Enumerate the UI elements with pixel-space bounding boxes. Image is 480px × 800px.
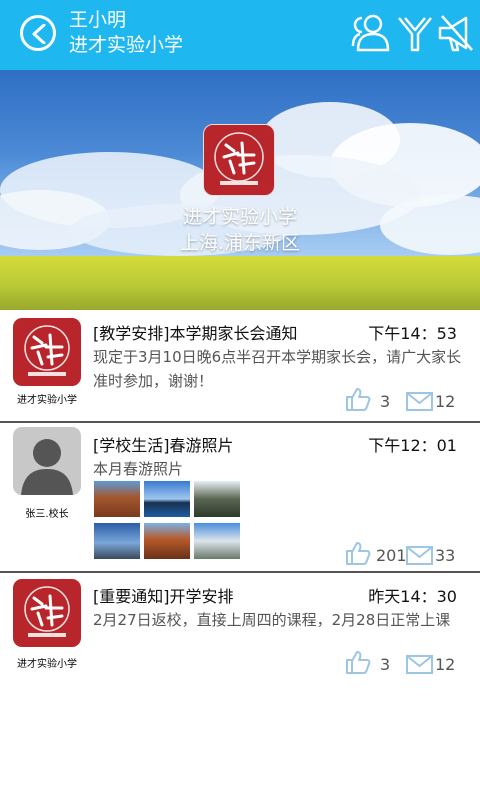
photo-thumbnail[interactable] <box>94 481 140 517</box>
feed-post[interactable]: 进才实验小学 [重要通知]开学安排 昨天14：30 2月27日返校，直接上周四的… <box>0 573 480 683</box>
comment-count: 12 <box>435 392 456 411</box>
post-body: 本月春游照片 <box>93 460 184 478</box>
message-icon[interactable] <box>406 392 433 411</box>
user-name: 王小明 <box>69 9 127 31</box>
like-icon[interactable] <box>345 386 371 412</box>
broadcast-icon[interactable] <box>436 12 476 54</box>
comment-count: 12 <box>435 655 456 674</box>
top-bar: 王小明 进才实验小学 <box>0 0 480 70</box>
post-body: 2月27日返校，直接上周四的课程，2月28日正常上课 <box>93 611 451 629</box>
back-icon <box>32 24 46 44</box>
user-avatar[interactable] <box>13 427 81 495</box>
flower-field <box>0 256 480 310</box>
banner-school-name: 进才实验小学 <box>182 206 297 228</box>
post-time: 下午14：53 <box>368 324 457 343</box>
author-name: 进才实验小学 <box>17 659 77 670</box>
school-logo <box>203 124 275 196</box>
like-count: 3 <box>380 392 391 411</box>
like-icon[interactable] <box>345 540 371 566</box>
photo-thumbnail[interactable] <box>194 523 240 559</box>
message-icon[interactable] <box>406 655 433 674</box>
post-title[interactable]: [学校生活]春游照片 <box>93 432 234 456</box>
school-banner: 进才实验小学 上海.浦东新区 <box>0 70 480 310</box>
author-name: 进才实验小学 <box>17 395 77 406</box>
back-button[interactable] <box>20 15 56 51</box>
feed-post[interactable]: 张三.校长 [学校生活]春游照片 下午12：01 本月春游照片 201 33 <box>0 423 480 571</box>
banner-location: 上海.浦东新区 <box>179 232 301 254</box>
contacts-icon[interactable] <box>350 12 390 54</box>
photo-thumbnail[interactable] <box>144 523 190 559</box>
message-icon[interactable] <box>406 546 433 565</box>
like-icon[interactable] <box>345 649 371 675</box>
post-time: 昨天14：30 <box>368 587 457 606</box>
author-name: 张三.校长 <box>25 509 69 520</box>
like-count: 201 <box>376 546 407 565</box>
school-logo-avatar[interactable] <box>13 318 81 386</box>
school-logo-avatar[interactable] <box>13 579 81 647</box>
comment-count: 33 <box>435 546 456 565</box>
photo-thumbnail[interactable] <box>194 481 240 517</box>
like-count: 3 <box>380 655 391 674</box>
signal-icon[interactable] <box>395 12 435 54</box>
feed-post[interactable]: 进才实验小学 [教学安排]本学期家长会通知 下午14：53 现定于3月10日晚6… <box>0 310 480 422</box>
photo-thumbnail[interactable] <box>94 523 140 559</box>
post-body: 现定于3月10日晚6点半召开本学期家长会，请广大家长准时参加，谢谢！ <box>93 348 462 390</box>
post-time: 下午12：01 <box>368 436 457 455</box>
school-name: 进才实验小学 <box>69 34 184 56</box>
post-title[interactable]: [重要通知]开学安排 <box>93 583 234 607</box>
post-title[interactable]: [教学安排]本学期家长会通知 <box>93 320 298 344</box>
photo-thumbnail[interactable] <box>144 481 190 517</box>
